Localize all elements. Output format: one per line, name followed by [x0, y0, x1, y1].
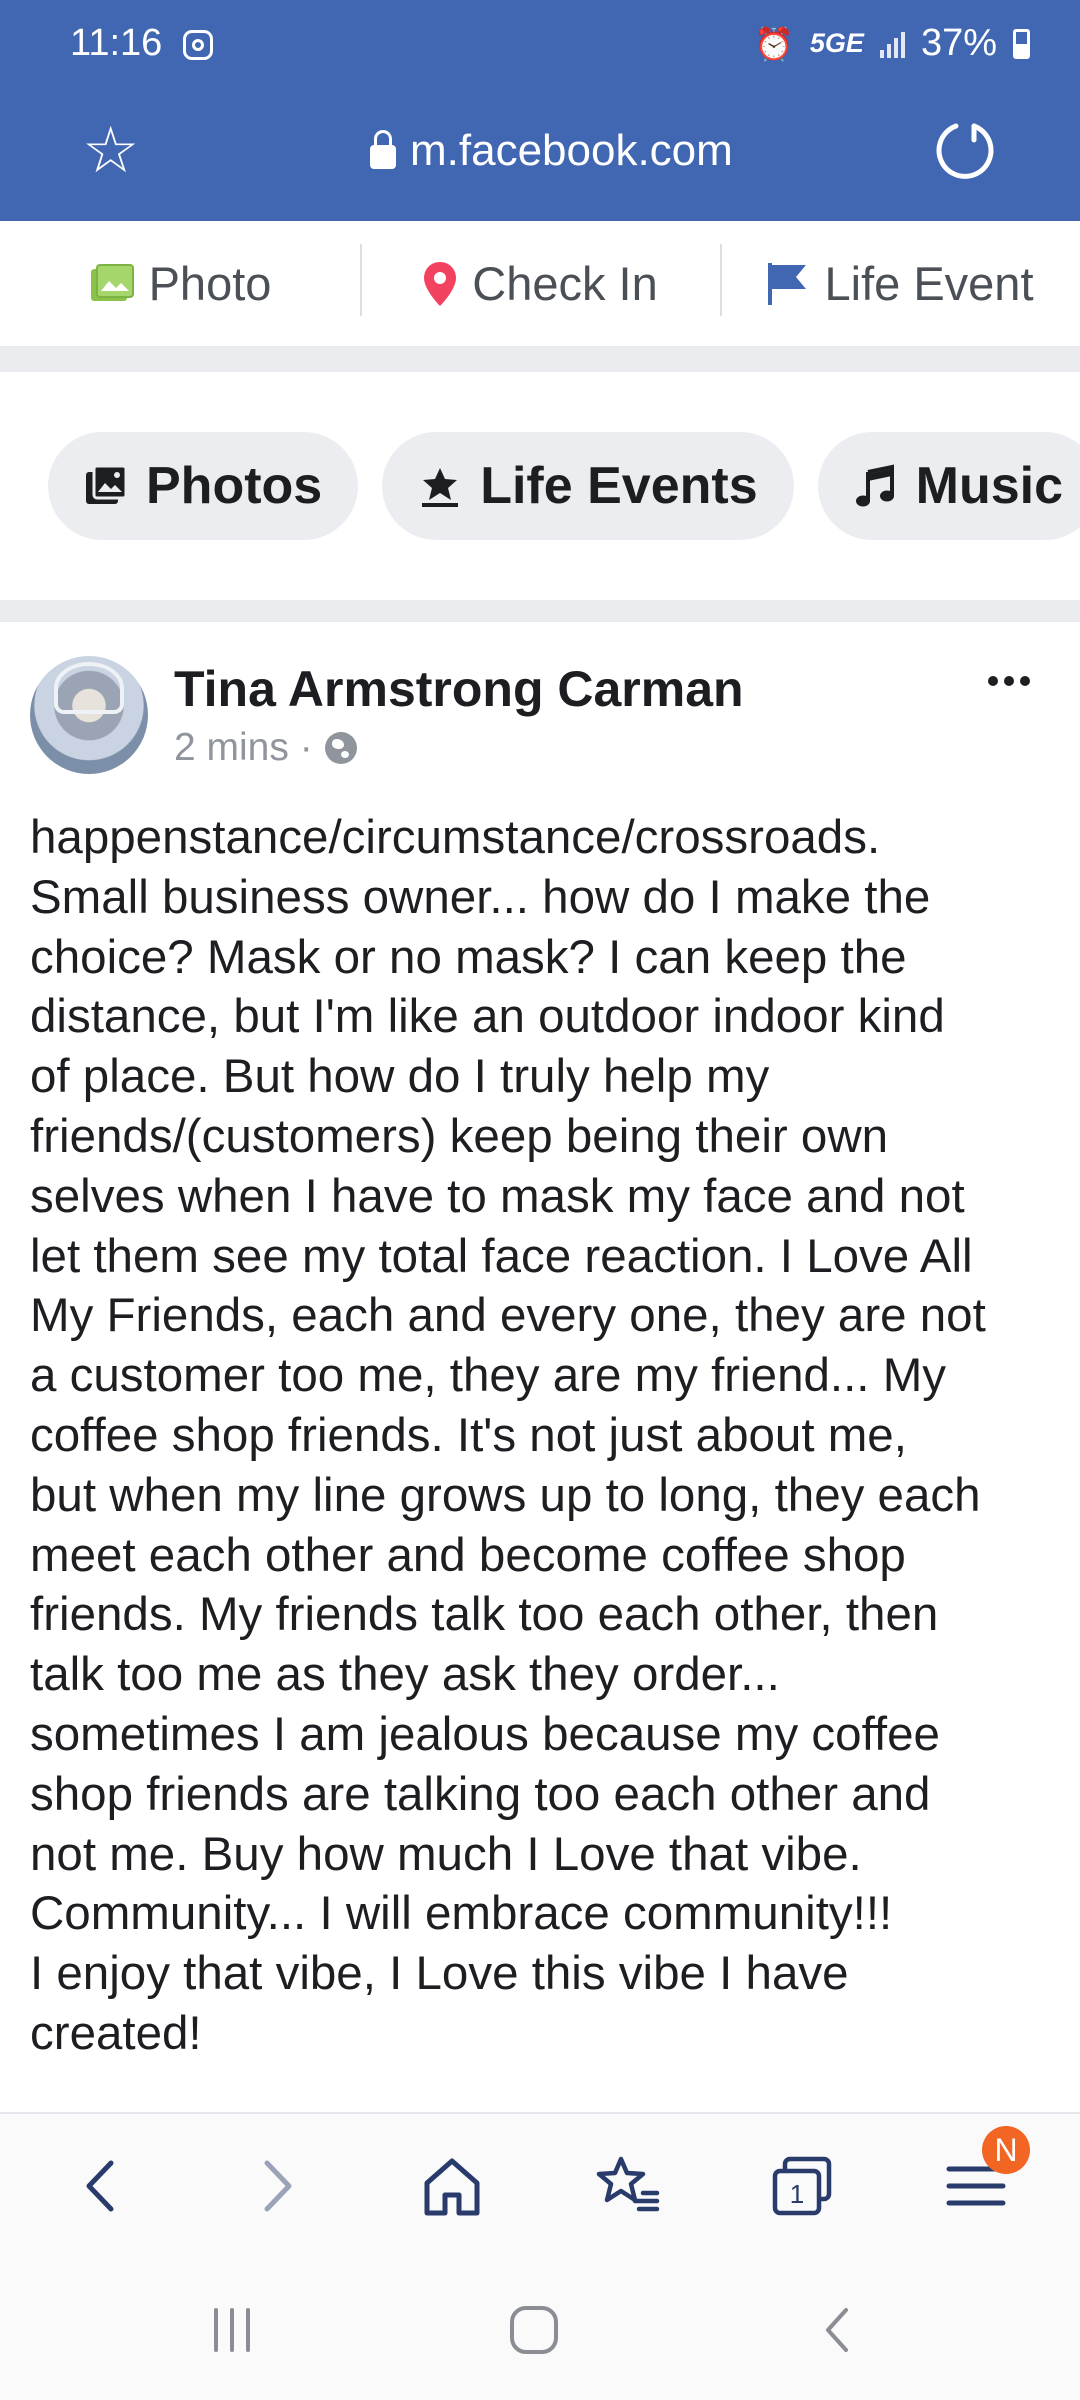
photos-chip-label: Photos — [146, 457, 323, 515]
signal-icon — [879, 30, 905, 58]
music-chip-label: Music — [915, 457, 1064, 515]
notification-badge: N — [982, 2126, 1030, 2174]
tabs-icon[interactable]: 1 — [762, 2146, 842, 2226]
lock-icon — [370, 130, 396, 169]
life-events-chip-label: Life Events — [480, 457, 758, 515]
check-in-label: Check In — [472, 257, 658, 310]
menu-icon[interactable]: N — [936, 2126, 1030, 2226]
more-options-icon[interactable] — [988, 676, 1030, 686]
reload-icon[interactable] — [934, 118, 996, 180]
home-icon[interactable] — [412, 2146, 492, 2226]
life-events-icon — [422, 468, 459, 507]
alarm-icon: ⏰ — [754, 25, 794, 62]
battery-icon — [1013, 28, 1030, 59]
url-text: m.facebook.com — [410, 126, 733, 175]
life-events-chip[interactable]: Life Events — [382, 432, 794, 540]
post-meta: 2 mins · — [174, 726, 357, 770]
music-icon — [855, 464, 894, 507]
photo-label: Photo — [148, 257, 272, 310]
globe-icon — [324, 732, 357, 764]
photo-icon — [90, 263, 134, 301]
post-body: happenstance/circumstance/crossroads. Sm… — [30, 811, 986, 2060]
status-indicators: ⏰ 5GE 37% — [754, 22, 1030, 65]
photos-chip[interactable]: Photos — [48, 432, 359, 540]
life-event-label: Life Event — [824, 257, 1034, 310]
camera-icon — [183, 30, 213, 60]
forward-icon[interactable] — [236, 2146, 316, 2226]
avatar[interactable] — [30, 656, 148, 774]
recents-icon[interactable] — [202, 2300, 262, 2360]
browser-chrome: 11:16 ⏰ 5GE 37% ☆ m.facebook.com — [0, 0, 1080, 221]
photos-icon — [86, 464, 128, 504]
home-nav-icon[interactable] — [504, 2300, 564, 2360]
section-divider — [0, 600, 1080, 622]
music-chip[interactable]: Music — [817, 432, 1080, 540]
flag-icon — [768, 262, 807, 305]
profile-chips: Photos Life Events Music — [48, 432, 1080, 540]
section-divider — [0, 346, 1080, 372]
system-nav-bar — [0, 2260, 1080, 2400]
back-nav-icon[interactable] — [808, 2300, 868, 2360]
back-icon[interactable] — [62, 2146, 142, 2226]
check-in-button[interactable]: Check In — [360, 244, 720, 316]
life-event-button[interactable]: Life Event — [720, 244, 1080, 316]
battery-label: 37% — [920, 22, 997, 64]
composer-actions: Photo Check In Life Event — [0, 221, 1080, 346]
tabs-count: 1 — [790, 2179, 804, 2209]
bookmark-star-icon[interactable]: ☆ — [82, 118, 139, 182]
post-author[interactable]: Tina Armstrong Carman — [174, 660, 744, 718]
status-time: 11:16 — [70, 22, 163, 64]
browser-toolbar: 1 N — [0, 2114, 1080, 2260]
photo-button[interactable]: Photo — [0, 256, 360, 311]
location-pin-icon — [424, 261, 457, 306]
url-bar[interactable]: m.facebook.com — [370, 126, 733, 176]
post-time[interactable]: 2 mins · — [174, 726, 313, 770]
network-label: 5GE — [809, 28, 864, 58]
bookmarks-icon[interactable] — [588, 2146, 668, 2226]
